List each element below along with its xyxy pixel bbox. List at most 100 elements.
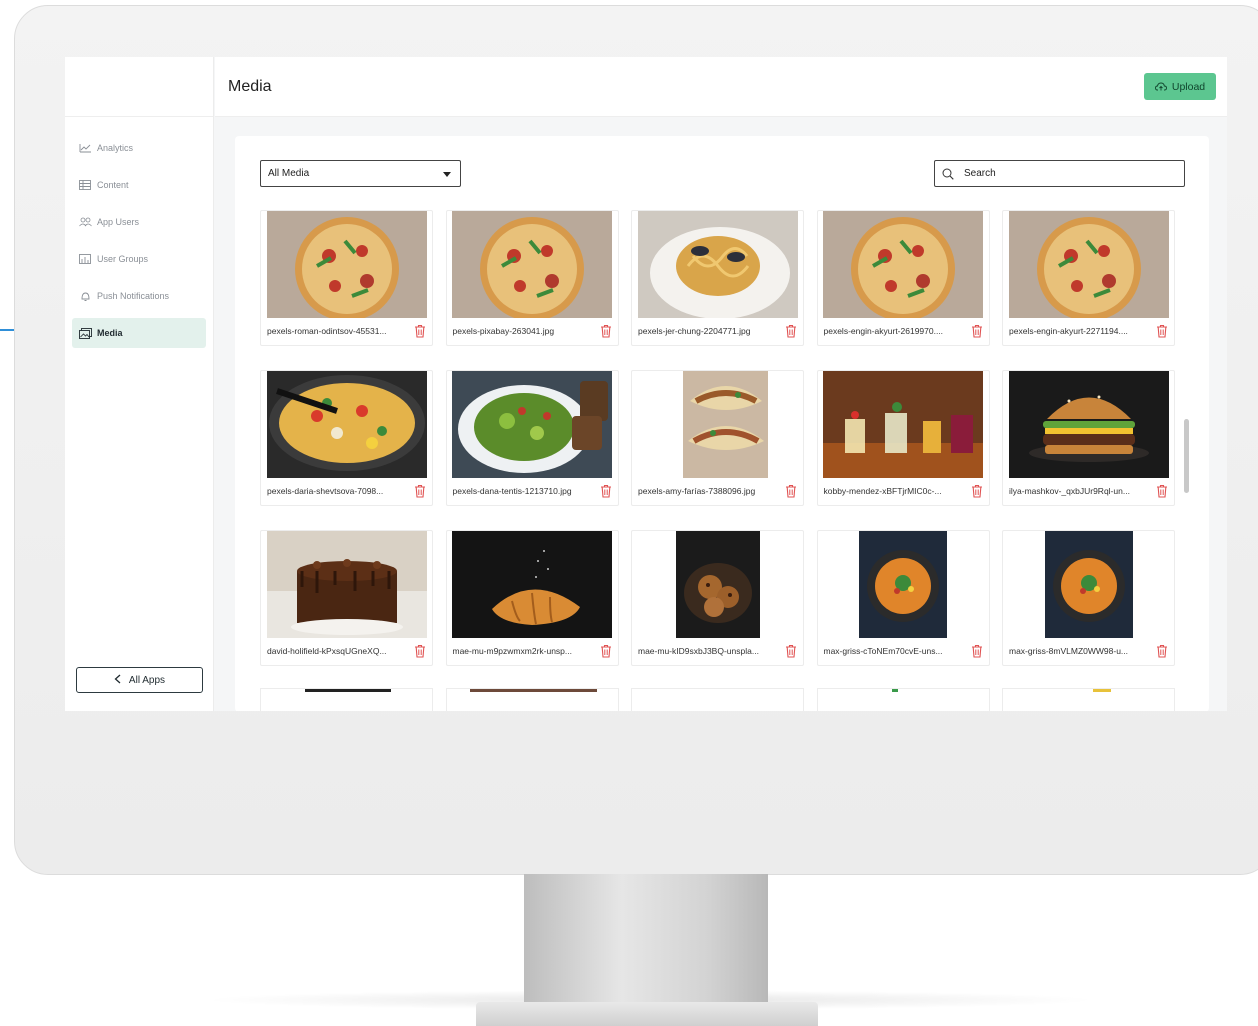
media-card[interactable]: pexels-dana-tentis-1213710.jpg (445, 370, 619, 506)
media-filename: pexels-amy-farías-7388096.jpg (638, 486, 756, 496)
media-filename: ilya-mashkov-_qxbJUr9Rql-un... (1009, 486, 1130, 496)
scrollbar-thumb[interactable] (1184, 419, 1189, 493)
top-bar: Media Upload (215, 57, 1227, 117)
sidebar: Analytics Content App Users User Groups (65, 57, 214, 711)
media-card[interactable]: pexels-engin-akyurt-2271194.... (1002, 210, 1175, 346)
media-caption: kobby-mendez-xBFTjrMIC0c-... (824, 481, 983, 501)
media-caption: pexels-daria-shevtsova-7098... (267, 481, 426, 501)
media-card[interactable]: pexels-roman-odintsov-45531... (260, 210, 433, 346)
media-caption: david-holifield-kPxsqUGneXQ... (267, 641, 426, 661)
sidebar-item-content[interactable]: Content (72, 170, 206, 200)
media-thumbnail[interactable] (823, 211, 983, 318)
app-screen: Analytics Content App Users User Groups (65, 57, 1227, 711)
media-card[interactable]: kobby-mendez-xBFTjrMIC0c-... (816, 370, 990, 506)
sidebar-item-label: Analytics (97, 143, 134, 153)
users-icon (78, 216, 92, 228)
media-caption: pexels-dana-tentis-1213710.jpg (453, 481, 612, 501)
salad-image (452, 371, 612, 478)
cookies-image (637, 531, 798, 638)
media-panel: All Media pexels-roman-odintsov-45531...… (235, 136, 1209, 711)
media-caption: ilya-mashkov-_qxbJUr9Rql-un... (1009, 481, 1168, 501)
upload-button[interactable]: Upload (1144, 73, 1216, 100)
sidebar-item-media[interactable]: Media (72, 318, 206, 348)
media-filename: pexels-pixabay-263041.jpg (452, 326, 555, 336)
sidebar-item-app-users[interactable]: App Users (72, 207, 206, 237)
media-card[interactable]: pexels-jer-chung-2204771.jpg (631, 210, 804, 346)
media-card[interactable]: pexels-daria-shevtsova-7098... (260, 370, 433, 506)
media-card[interactable]: pexels-pixabay-263041.jpg (445, 210, 619, 346)
trash-icon[interactable] (971, 324, 983, 338)
all-apps-button[interactable]: All Apps (76, 667, 203, 693)
trash-icon[interactable] (785, 324, 797, 338)
media-card[interactable]: pexels-engin-akyurt-2619970.... (816, 210, 990, 346)
sidebar-item-analytics[interactable]: Analytics (72, 133, 206, 163)
media-thumbnail[interactable] (266, 211, 427, 318)
media-thumbnail[interactable] (266, 371, 427, 478)
media-card[interactable]: ilya-mashkov-_qxbJUr9Rql-un... (1002, 370, 1175, 506)
media-thumbnail[interactable] (452, 371, 612, 478)
trash-icon[interactable] (414, 644, 426, 658)
media-thumbnail[interactable] (1008, 371, 1169, 478)
media-card[interactable]: pexels-amy-farías-7388096.jpg (631, 370, 804, 506)
trash-icon[interactable] (785, 644, 797, 658)
media-caption: max-griss-8mVLMZ0WW98-u... (1009, 641, 1168, 661)
media-thumbnail[interactable] (452, 531, 612, 638)
trash-icon[interactable] (1156, 484, 1168, 498)
media-card-partial (445, 688, 619, 711)
trash-icon[interactable] (1156, 324, 1168, 338)
media-card[interactable]: mae-mu-kID9sxbJ3BQ-unspla... (631, 530, 804, 666)
trash-icon[interactable] (971, 484, 983, 498)
pasta-image (637, 211, 798, 318)
media-thumbnail[interactable] (823, 371, 983, 478)
media-thumbnail[interactable] (266, 531, 427, 638)
media-card-partial (816, 688, 990, 711)
media-caption: mae-mu-kID9sxbJ3BQ-unspla... (638, 641, 797, 661)
media-filename: mae-mu-m9pzwmxm2rk-unsp... (452, 646, 573, 656)
search-box[interactable] (934, 160, 1185, 187)
monitor-stand-base (476, 1002, 818, 1026)
trash-icon[interactable] (1156, 644, 1168, 658)
sidebar-item-push-notifications[interactable]: Push Notifications (72, 281, 206, 311)
media-thumbnail[interactable] (1008, 211, 1169, 318)
sidebar-item-label: Media (97, 328, 123, 338)
media-card[interactable]: david-holifield-kPxsqUGneXQ... (260, 530, 433, 666)
sidebar-item-label: App Users (97, 217, 140, 227)
media-thumbnail[interactable] (452, 211, 612, 318)
media-thumbnail[interactable] (637, 211, 798, 318)
media-card[interactable]: mae-mu-m9pzwmxm2rk-unsp... (445, 530, 619, 666)
trash-icon[interactable] (600, 484, 612, 498)
sidebar-item-user-groups[interactable]: User Groups (72, 244, 206, 274)
media-thumbnail[interactable] (637, 531, 798, 638)
sidebar-item-label: Push Notifications (97, 291, 170, 301)
trash-icon[interactable] (414, 324, 426, 338)
media-caption: pexels-pixabay-263041.jpg (453, 321, 612, 341)
pizza-image (452, 211, 612, 318)
trash-icon[interactable] (414, 484, 426, 498)
media-filename: pexels-engin-akyurt-2619970.... (823, 326, 944, 336)
search-icon (942, 168, 954, 180)
upload-label: Upload (1171, 80, 1206, 93)
media-caption: pexels-jer-chung-2204771.jpg (638, 321, 797, 341)
media-grid-next-row (260, 688, 1175, 711)
media-card[interactable]: max-griss-cToNEm70cvE-uns... (816, 530, 990, 666)
media-card[interactable]: max-griss-8mVLMZ0WW98-u... (1002, 530, 1175, 666)
media-filename: max-griss-cToNEm70cvE-uns... (823, 646, 943, 656)
trash-icon[interactable] (600, 324, 612, 338)
search-input[interactable] (964, 168, 1164, 179)
media-card-partial (631, 688, 804, 711)
trash-icon[interactable] (600, 644, 612, 658)
media-thumbnail[interactable] (823, 531, 983, 638)
trash-icon[interactable] (971, 644, 983, 658)
media-grid: pexels-roman-odintsov-45531... pexels-pix… (260, 210, 1175, 666)
sidebar-item-label: User Groups (97, 254, 149, 264)
trash-icon[interactable] (785, 484, 797, 498)
burger-image (1008, 371, 1169, 478)
media-thumbnail[interactable] (1008, 531, 1169, 638)
media-filter-value: All Media (268, 168, 310, 179)
media-filter-select[interactable]: All Media (260, 160, 461, 187)
media-thumbnail[interactable] (637, 371, 798, 478)
sidebar-header (65, 57, 213, 117)
media-filename: pexels-engin-akyurt-2271194.... (1009, 326, 1128, 336)
cloud-upload-icon (1154, 82, 1167, 91)
media-filename: david-holifield-kPxsqUGneXQ... (267, 646, 387, 656)
